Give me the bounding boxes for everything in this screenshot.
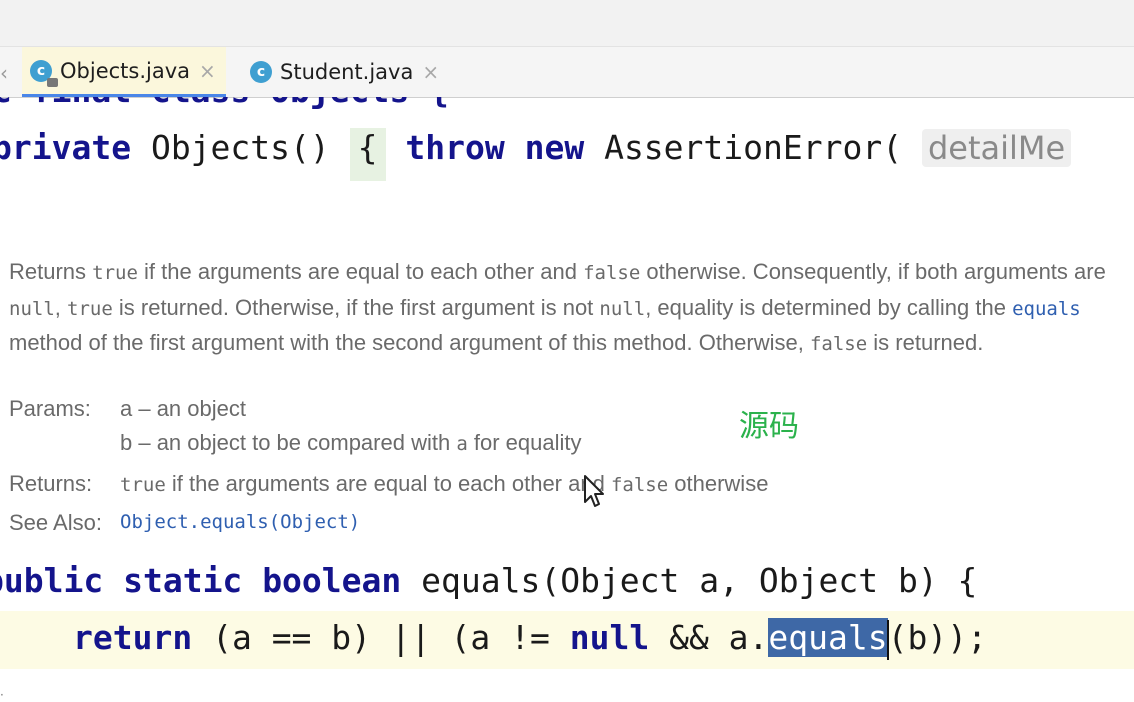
- close-icon[interactable]: ×: [422, 60, 439, 84]
- keyword-boolean: boolean: [262, 561, 402, 600]
- selected-text[interactable]: equals: [768, 618, 888, 657]
- see-also-label: See Also:: [9, 510, 102, 535]
- param-a: a – an object: [120, 396, 246, 421]
- class-icon: c: [30, 59, 58, 87]
- code-text: AssertionError(: [584, 128, 922, 167]
- keyword-return: return: [73, 618, 193, 657]
- parameter-hint: detailMe: [921, 129, 1072, 167]
- code-line-signature[interactable]: public static boolean equals(Object a, O…: [0, 561, 977, 600]
- see-also-link[interactable]: Object.equals(Object): [120, 511, 360, 533]
- returns-label: Returns:: [9, 471, 93, 496]
- returns-text: true if the arguments are equal to each …: [120, 471, 769, 496]
- overlay-caption: 源码: [739, 409, 799, 444]
- code-text: && a.: [649, 618, 769, 657]
- editor-tab-bar: ‹ c Objects.java × c Student.java ×: [0, 47, 1134, 98]
- window-top-bar: [0, 0, 1134, 47]
- close-icon[interactable]: ×: [199, 59, 216, 83]
- code-line-return[interactable]: return (a == b) || (a != null && a.equal…: [73, 618, 987, 660]
- equals-link[interactable]: equals: [1012, 298, 1081, 320]
- mouse-pointer-icon: [584, 475, 604, 507]
- tab-label: Objects.java: [60, 58, 191, 83]
- tab-student-java[interactable]: c Student.java ×: [242, 47, 449, 97]
- folded-brace[interactable]: {: [349, 128, 386, 181]
- keyword-new: new: [524, 128, 585, 167]
- params-label: Params:: [9, 396, 91, 421]
- lock-icon: [47, 77, 58, 87]
- code-text: equals(Object a, Object b) {: [401, 561, 978, 600]
- tab-scroll-left-icon[interactable]: ‹: [0, 61, 8, 85]
- class-icon: c: [250, 61, 272, 83]
- code-line-class-decl: c final class Objects {: [0, 97, 1134, 111]
- keyword-throw: throw: [405, 128, 505, 167]
- code-line-constructor[interactable]: private Objects() { throw new AssertionE…: [0, 128, 1072, 181]
- tab-label: Student.java: [280, 60, 414, 84]
- tab-objects-java[interactable]: c Objects.java ×: [22, 47, 226, 97]
- keyword-public: public: [0, 561, 104, 600]
- code-text: Objects(): [131, 128, 350, 167]
- keyword-static: static: [123, 561, 243, 600]
- param-b: b – an object to be compared with a for …: [120, 430, 582, 455]
- javadoc-description: Returns true if the arguments are equal …: [9, 259, 1106, 355]
- code-text: c final class Objects {: [0, 97, 449, 110]
- code-text: (a == b) || (a !=: [192, 618, 570, 657]
- keyword-private: private: [0, 128, 132, 167]
- keyword-null: null: [569, 618, 650, 657]
- code-text: (b));: [887, 618, 987, 657]
